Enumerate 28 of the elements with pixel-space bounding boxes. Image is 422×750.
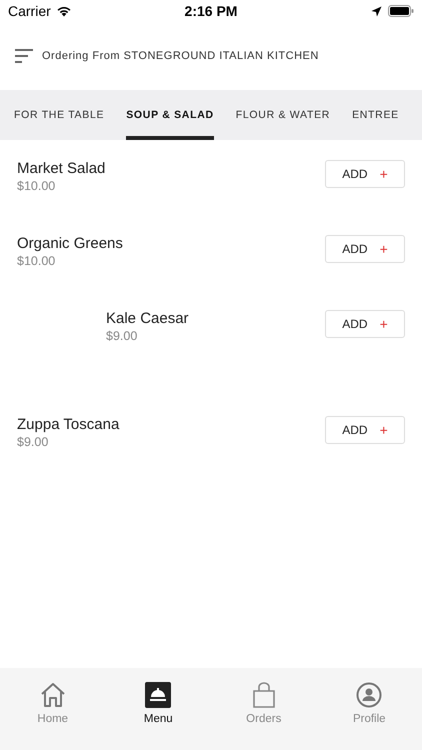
- add-button[interactable]: ADD +: [325, 235, 405, 263]
- item-name: Organic Greens: [17, 235, 123, 252]
- item-price: $9.00: [17, 435, 50, 449]
- category-tab[interactable]: FOR THE TABLE: [14, 90, 104, 140]
- status-time: 2:16 PM: [184, 3, 238, 19]
- add-button[interactable]: ADD +: [325, 416, 405, 444]
- carrier-label: Carrier: [8, 3, 51, 19]
- item-name: Kale Caesar: [106, 310, 189, 327]
- location-arrow-icon: [371, 6, 382, 16]
- item-price: $10.00: [17, 254, 56, 268]
- item-name: Market Salad: [17, 160, 106, 177]
- home-icon: [40, 682, 66, 708]
- category-tab[interactable]: ENTREE: [352, 90, 399, 140]
- add-button[interactable]: ADD +: [325, 310, 405, 338]
- category-tab[interactable]: FLOUR & WATER: [236, 90, 330, 140]
- battery-icon: [388, 5, 414, 17]
- cloche-icon: [145, 682, 172, 708]
- nav-tab[interactable]: Menu: [118, 682, 198, 750]
- shopping-bag-icon: [252, 682, 276, 708]
- item-name: Zuppa Toscana: [17, 416, 120, 433]
- menu-icon[interactable]: [15, 49, 33, 63]
- profile-icon: [356, 682, 382, 708]
- item-price: $10.00: [17, 179, 56, 193]
- category-tab[interactable]: SOUP & SALAD: [126, 90, 214, 140]
- item-price: $9.00: [106, 329, 138, 343]
- wifi-icon: [56, 5, 72, 17]
- restaurant-title: Ordering From STONEGROUND ITALIAN KITCHEN: [42, 50, 319, 62]
- add-button[interactable]: ADD +: [325, 160, 405, 188]
